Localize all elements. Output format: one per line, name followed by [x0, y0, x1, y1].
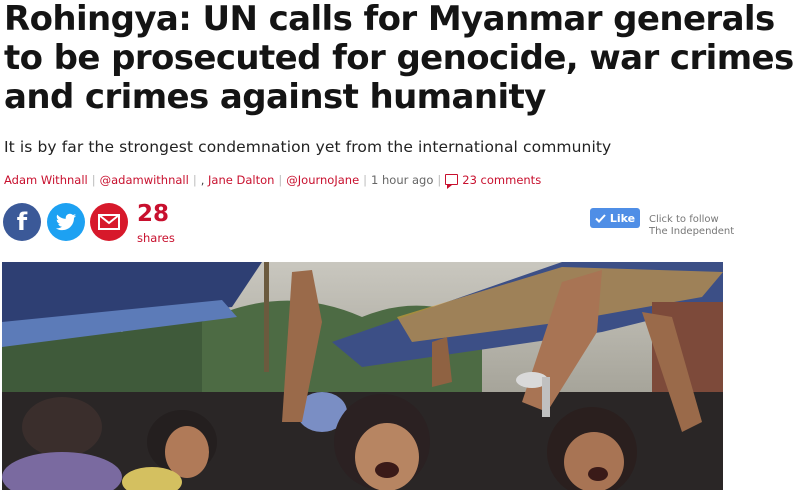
share-label: shares [137, 231, 175, 245]
email-share-button[interactable] [90, 203, 128, 241]
byline-separator: | [91, 173, 96, 187]
like-button[interactable]: Like [590, 208, 640, 228]
twitter-icon [55, 213, 77, 231]
comment-icon [445, 174, 459, 189]
byline-separator: | [192, 173, 197, 187]
article-headline: Rohingya: UN calls for Myanmar generals … [4, 0, 794, 117]
comments-link[interactable]: 23 comments [445, 173, 542, 189]
email-icon [98, 214, 120, 230]
facebook-icon: f [16, 208, 28, 236]
follow-line-1: Click to follow [649, 214, 719, 225]
byline-separator: | [278, 173, 283, 187]
author-comma: , [200, 173, 205, 187]
byline-separator: | [437, 173, 442, 187]
comments-count: 23 comments [462, 173, 542, 187]
twitter-share-button[interactable] [47, 203, 85, 241]
author-link-2[interactable]: Jane Dalton [208, 173, 274, 187]
facebook-share-button[interactable]: f [3, 203, 41, 241]
hero-photo [2, 262, 723, 490]
byline-separator: | [363, 173, 368, 187]
check-icon [595, 213, 606, 223]
share-count: 28 [137, 201, 170, 227]
byline: Adam Withnall | @adamwithnall |, Jane Dalto… [4, 173, 542, 189]
hero-photo-illustration [2, 262, 723, 490]
publish-time: 1 hour ago [371, 173, 434, 187]
like-label: Like [609, 211, 636, 225]
author-handle-1[interactable]: @adamwithnall [100, 173, 189, 187]
author-link-1[interactable]: Adam Withnall [4, 173, 88, 187]
follow-line-2: The Independent [649, 226, 735, 237]
follow-prompt: Click to follow The Independent [649, 214, 734, 238]
author-handle-2[interactable]: @JournoJane [286, 173, 359, 187]
article-standfirst: It is by far the strongest condemnation … [4, 138, 612, 156]
